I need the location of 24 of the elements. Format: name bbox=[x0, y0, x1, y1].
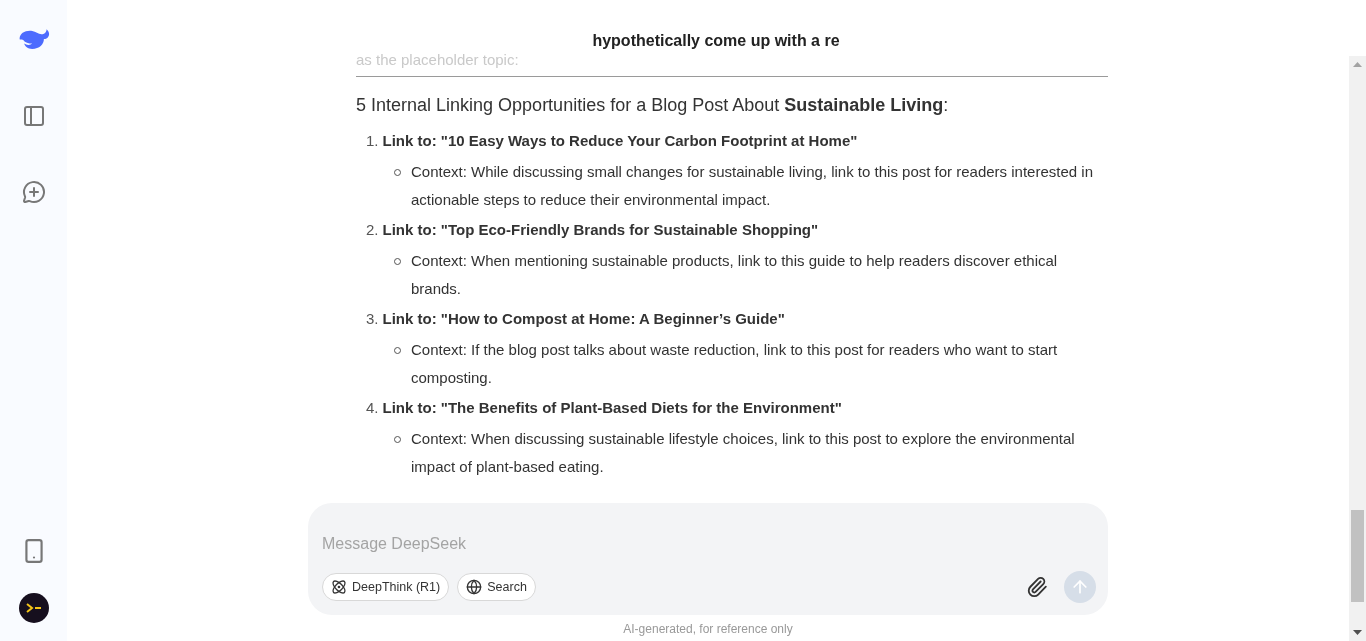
atom-icon bbox=[331, 579, 347, 595]
response-heading: 5 Internal Linking Opportunities for a Blog Post About Sustainable Living: bbox=[356, 94, 950, 117]
link-suggestion-title: Link to: "How to Compost at Home: A Beginner’s Guide" bbox=[382, 309, 785, 329]
context-text: Context: If the blog post talks about waste reduction, link to this post for readers who want to start composting. bbox=[411, 340, 1059, 388]
scrollbar-thumb[interactable] bbox=[1351, 510, 1364, 602]
list-number: 4. bbox=[366, 398, 379, 418]
link-suggestion-title: Link to: "The Benefits of Plant-Based Diets for the Environment" bbox=[382, 398, 842, 418]
message-input-field[interactable]: Message DeepSeek DeepThink (R1) Search bbox=[308, 503, 1108, 615]
avatar[interactable] bbox=[18, 593, 49, 623]
list-number: 1. bbox=[366, 131, 379, 151]
chat-title: hypothetically come up with a re bbox=[591, 32, 840, 50]
mode-toggle-button[interactable]: Search bbox=[457, 573, 536, 601]
scrollbar[interactable] bbox=[1349, 56, 1366, 641]
disclaimer-text: AI-generated, for reference only bbox=[622, 621, 794, 638]
link-suggestion-title: Link to: "Top Eco-Friendly Brands for Sustainable Shopping" bbox=[382, 220, 819, 240]
globe-icon bbox=[466, 579, 483, 595]
list-number: 2. bbox=[366, 220, 379, 240]
context-text: Context: When discussing sustainable lifestyle choices, link to this post to explore the environmental impact of plant-based eating. bbox=[411, 429, 1076, 477]
link-suggestion-title: Link to: "10 Easy Ways to Reduce Your Carbon Footprint at Home" bbox=[382, 131, 858, 151]
list-number: 3. bbox=[366, 309, 379, 329]
context-text: Context: When mentioning sustainable products, link to this guide to help readers discover ethical brands. bbox=[411, 251, 1059, 299]
paperclip-icon[interactable] bbox=[1026, 576, 1048, 598]
mode-toggle-button[interactable]: DeepThink (R1) bbox=[322, 573, 450, 601]
context-text: Context: While discussing small changes for sustainable living, link to this post for readers interested in actionable steps to reduce their environmental impact. bbox=[411, 162, 1094, 210]
